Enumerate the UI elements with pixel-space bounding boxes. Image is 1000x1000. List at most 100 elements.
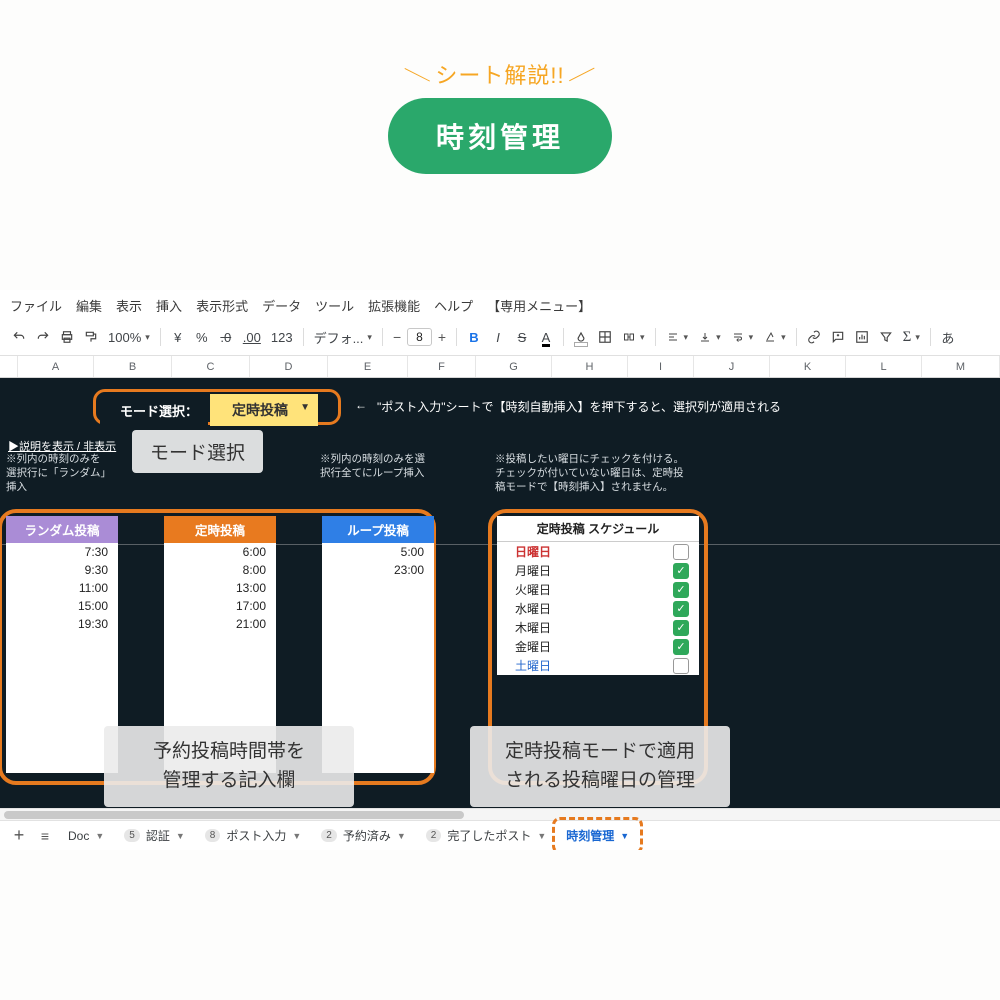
col-A[interactable]: A <box>18 356 94 377</box>
col-D[interactable]: D <box>250 356 328 377</box>
menu-edit[interactable]: 編集 <box>76 296 102 315</box>
fixed-time-2[interactable]: 13:00 <box>164 579 276 597</box>
mode-hint-text: "ポスト入力"シートで【時刻自動挿入】を押下すると、選択列が適用される <box>377 398 781 415</box>
font-size-increase[interactable]: + <box>434 329 450 345</box>
schedule-day-label: 土曜日 <box>515 657 551 674</box>
col-H[interactable]: H <box>552 356 628 377</box>
explain-loop: ※列内の時刻のみを選択行全てにループ挿入 <box>320 452 430 480</box>
undo-icon[interactable] <box>8 325 30 349</box>
schedule-day-checkbox[interactable] <box>673 601 689 617</box>
menu-format[interactable]: 表示形式 <box>196 296 248 315</box>
column-headers: A B C D E F G H I J K L M <box>0 356 1000 378</box>
horizontal-align-button[interactable] <box>662 325 693 349</box>
text-rotation-button[interactable] <box>759 325 790 349</box>
borders-button[interactable] <box>594 325 616 349</box>
col-C[interactable]: C <box>172 356 250 377</box>
comment-icon[interactable] <box>827 325 849 349</box>
random-time-0[interactable]: 7:30 <box>6 543 118 561</box>
fixed-time-3[interactable]: 17:00 <box>164 597 276 615</box>
fixed-time-1[interactable]: 8:00 <box>164 561 276 579</box>
col-J[interactable]: J <box>694 356 770 377</box>
tab-time-management[interactable]: 時刻管理▼ <box>558 823 637 848</box>
schedule-day-label: 月曜日 <box>515 562 551 579</box>
col-K[interactable]: K <box>770 356 846 377</box>
caption-schedule: 定時投稿モードで適用される投稿曜日の管理 <box>470 726 730 807</box>
menu-extensions[interactable]: 拡張機能 <box>368 296 420 315</box>
number-format-button[interactable]: 123 <box>267 325 297 349</box>
loop-time-1[interactable]: 23:00 <box>322 561 434 579</box>
menu-tools[interactable]: ツール <box>315 296 354 315</box>
menu-data[interactable]: データ <box>262 296 301 315</box>
redo-icon[interactable] <box>32 325 54 349</box>
schedule-header: 定時投稿 スケジュール <box>497 516 699 542</box>
schedule-day-checkbox[interactable] <box>673 620 689 636</box>
col-L[interactable]: L <box>846 356 922 377</box>
hero-annotation: ＼シート解説!!／ 時刻管理 <box>0 58 1000 174</box>
sheet-tabs: + ≡ Doc▼ 5認証▼ 8ポスト入力▼ 2予約済み▼ 2完了したポスト▼ 時… <box>0 820 1000 850</box>
menu-insert[interactable]: 挿入 <box>156 296 182 315</box>
text-wrap-button[interactable] <box>727 325 758 349</box>
random-time-1[interactable]: 9:30 <box>6 561 118 579</box>
schedule-row-0: 日曜日 <box>497 542 699 561</box>
row-corner[interactable] <box>0 356 18 377</box>
tab-reserved[interactable]: 2予約済み▼ <box>313 823 414 848</box>
text-color-button[interactable]: A <box>535 325 557 349</box>
schedule-day-checkbox[interactable] <box>673 639 689 655</box>
col-B[interactable]: B <box>94 356 172 377</box>
functions-button[interactable]: Σ <box>899 325 924 349</box>
decrease-decimal-button[interactable]: .0 <box>215 325 237 349</box>
menu-help[interactable]: ヘルプ <box>434 296 473 315</box>
tab-auth[interactable]: 5認証▼ <box>116 823 193 848</box>
font-size-decrease[interactable]: − <box>389 329 405 345</box>
insert-chart-icon[interactable] <box>851 325 873 349</box>
explain-random: ※列内の時刻のみを選択行に「ランダム」挿入 <box>6 452 106 495</box>
col-E[interactable]: E <box>328 356 408 377</box>
menu-view[interactable]: 表示 <box>116 296 142 315</box>
zoom-dropdown[interactable]: 100% <box>104 325 154 349</box>
merge-cells-button[interactable] <box>618 325 649 349</box>
paint-format-icon[interactable] <box>80 325 102 349</box>
tab-post-input[interactable]: 8ポスト入力▼ <box>197 823 310 848</box>
strikethrough-button[interactable]: S <box>511 325 533 349</box>
col-I[interactable]: I <box>628 356 694 377</box>
random-time-4[interactable]: 19:30 <box>6 615 118 633</box>
bold-button[interactable]: B <box>463 325 485 349</box>
schedule-day-checkbox[interactable] <box>673 563 689 579</box>
horizontal-scrollbar[interactable] <box>0 808 1000 820</box>
font-family-dropdown[interactable]: デフォ... <box>310 325 376 349</box>
currency-button[interactable]: ¥ <box>167 325 189 349</box>
filter-icon[interactable] <box>875 325 897 349</box>
all-sheets-button[interactable]: ≡ <box>34 828 56 844</box>
random-time-3[interactable]: 15:00 <box>6 597 118 615</box>
percent-button[interactable]: % <box>191 325 213 349</box>
col-G[interactable]: G <box>476 356 552 377</box>
fixed-time-0[interactable]: 6:00 <box>164 543 276 561</box>
italic-button[interactable]: I <box>487 325 509 349</box>
fixed-time-4[interactable]: 21:00 <box>164 615 276 633</box>
loop-time-0[interactable]: 5:00 <box>322 543 434 561</box>
schedule-row-5: 金曜日 <box>497 637 699 656</box>
schedule-day-checkbox[interactable] <box>673 658 689 674</box>
add-sheet-button[interactable]: + <box>8 825 30 846</box>
tab-doc[interactable]: Doc▼ <box>60 825 112 847</box>
schedule-day-checkbox[interactable] <box>673 544 689 560</box>
random-times[interactable]: 7:30 9:30 11:00 15:00 19:30 <box>6 543 118 773</box>
schedule-day-label: 金曜日 <box>515 638 551 655</box>
horizontal-scroll-thumb[interactable] <box>4 811 464 819</box>
schedule-day-checkbox[interactable] <box>673 582 689 598</box>
japanese-input-button[interactable]: あ <box>937 325 959 349</box>
col-M[interactable]: M <box>922 356 1000 377</box>
vertical-align-button[interactable] <box>694 325 725 349</box>
link-icon[interactable] <box>803 325 825 349</box>
tab-completed[interactable]: 2完了したポスト▼ <box>418 823 555 848</box>
print-icon[interactable] <box>56 325 78 349</box>
fill-color-button[interactable] <box>570 325 592 349</box>
random-time-2[interactable]: 11:00 <box>6 579 118 597</box>
col-F[interactable]: F <box>408 356 476 377</box>
mode-select-dropdown[interactable]: 定時投稿 <box>210 394 318 426</box>
menu-custom[interactable]: 【専用メニュー】 <box>487 296 591 315</box>
random-header: ランダム投稿 <box>6 516 118 543</box>
increase-decimal-button[interactable]: .00 <box>239 325 265 349</box>
font-size-input[interactable]: 8 <box>407 328 432 346</box>
menu-file[interactable]: ファイル <box>10 296 62 315</box>
